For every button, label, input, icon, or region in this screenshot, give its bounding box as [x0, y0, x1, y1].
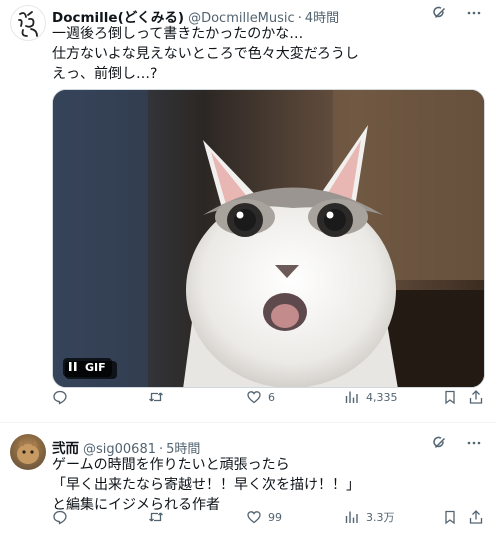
like-count: 6 — [268, 390, 275, 404]
like-button[interactable]: 6 — [246, 389, 275, 405]
avatar[interactable] — [10, 434, 46, 470]
views-icon — [345, 391, 358, 403]
gif-label: GIF — [85, 361, 106, 374]
bookmark-button[interactable] — [442, 389, 458, 405]
tweet-header: 弐而 @sig00681 · 5時間 — [52, 437, 200, 457]
tweet-text: ゲームの時間を作りたいと頑張ったら 「早く出来たなら寄越せ！！早く次を描け！！」… — [52, 455, 360, 515]
bookmark-icon — [445, 390, 455, 405]
cat-gif-image — [53, 90, 484, 387]
retweet-button[interactable] — [148, 509, 170, 525]
reply-button[interactable] — [52, 509, 74, 525]
tweet-header: Docmille(どくみる) @DocmilleMusic · 4時間 — [52, 6, 339, 26]
views-button[interactable]: 4,335 — [344, 389, 398, 405]
reply-button[interactable] — [52, 389, 74, 405]
gif-media[interactable]: GIF — [52, 89, 485, 388]
views-icon — [345, 511, 358, 523]
share-button[interactable] — [468, 509, 484, 525]
like-count: 99 — [268, 510, 282, 524]
share-icon — [469, 510, 483, 524]
grok-icon[interactable] — [432, 5, 448, 25]
gif-badge[interactable]: GIF — [63, 358, 112, 377]
reply-icon — [53, 510, 67, 525]
tweet-2[interactable]: 弐而 @sig00681 · 5時間 ゲームの時間を作りたいと頑張ったら 「早く… — [0, 423, 496, 547]
display-name[interactable]: 弐而 — [52, 437, 79, 457]
share-icon — [469, 390, 483, 404]
tweet-top-actions — [432, 435, 482, 455]
avatar[interactable] — [10, 5, 46, 41]
tweet-text-line: と編集にイジメられる作者 — [52, 497, 220, 513]
retweet-icon — [149, 512, 163, 522]
more-icon[interactable] — [466, 435, 482, 455]
share-button[interactable] — [468, 389, 484, 405]
grok-icon[interactable] — [432, 435, 448, 455]
views-button[interactable]: 3.3万 — [344, 509, 395, 525]
tweet-text-line: 「早く出来たなら寄越せ！！早く次を描け！！」 — [52, 477, 360, 493]
tweet-top-actions — [432, 5, 482, 25]
views-count: 4,335 — [366, 390, 398, 404]
bookmark-button[interactable] — [442, 509, 458, 525]
views-count: 3.3万 — [366, 511, 395, 524]
tweet-text: 一週後ろ倒しって書きたかったのかな… 仕方ないよな見えないところで色々大変だろう… — [52, 24, 359, 84]
tweet-text-line: 一週後ろ倒しって書きたかったのかな… — [52, 26, 304, 42]
like-icon — [247, 511, 261, 524]
retweet-button[interactable] — [148, 389, 170, 405]
more-icon[interactable] — [466, 5, 482, 25]
display-name[interactable]: Docmille(どくみる) — [52, 6, 184, 26]
tweet-text-line: ゲームの時間を作りたいと頑張ったら — [52, 457, 290, 473]
tweet-1[interactable]: Docmille(どくみる) @DocmilleMusic · 4時間 一週後ろ… — [0, 0, 496, 423]
like-icon — [247, 391, 261, 404]
bookmark-icon — [445, 510, 455, 525]
tweet-text-line: えっ、前倒し…? — [52, 66, 158, 82]
reply-icon — [53, 390, 67, 405]
tweet-text-line: 仕方ないよな見えないところで色々大変だろうし — [52, 46, 359, 62]
pause-icon[interactable] — [69, 361, 77, 374]
retweet-icon — [149, 392, 163, 402]
like-button[interactable]: 99 — [246, 509, 282, 525]
